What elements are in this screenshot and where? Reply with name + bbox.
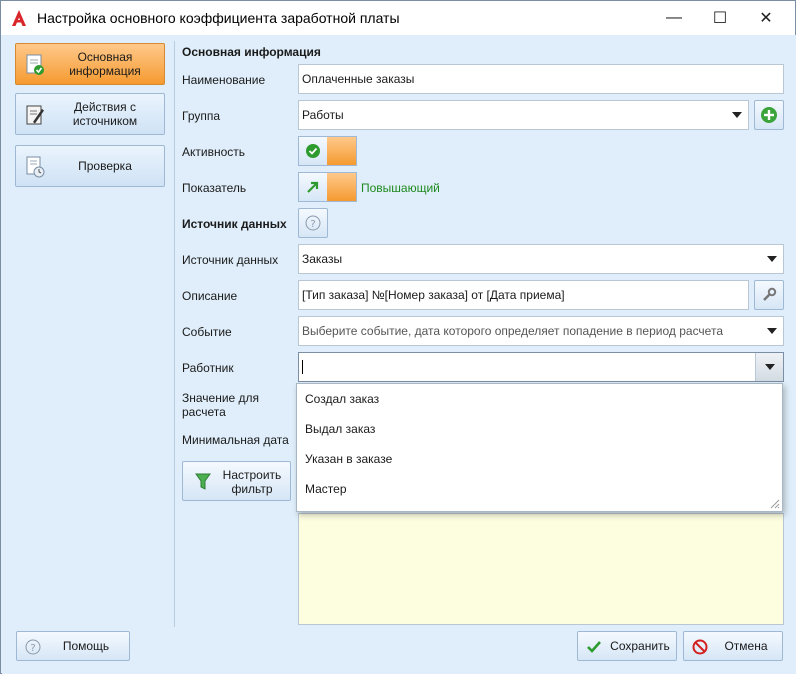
filter-preview-area[interactable] (298, 513, 784, 625)
document-check-icon (26, 54, 44, 75)
text-caret (302, 360, 303, 374)
description-label: Описание (182, 289, 238, 303)
group-label: Группа (182, 109, 221, 123)
toggle-knob[interactable] (327, 137, 356, 165)
name-input-value: Оплаченные заказы (302, 72, 415, 86)
chevron-down-icon (765, 364, 775, 370)
minimize-icon: — (666, 9, 682, 26)
nav-source-actions-label: Действия с источником (72, 100, 138, 128)
description-settings-button[interactable] (754, 280, 784, 310)
indicator-label: Показатель (182, 181, 247, 195)
help-label: Помощь (62, 639, 110, 653)
maximize-icon: ☐ (712, 10, 728, 27)
min-date-label: Минимальная дата (182, 433, 289, 447)
name-label: Наименование (182, 73, 266, 87)
maximize-button[interactable]: ☐ (697, 1, 743, 35)
name-input[interactable]: Оплаченные заказы (298, 64, 784, 94)
save-button[interactable]: Сохранить (577, 631, 677, 661)
minimize-button[interactable]: — (651, 1, 697, 35)
dropdown-option[interactable]: Мастер (305, 482, 347, 496)
wrench-icon (763, 287, 777, 301)
svg-text:?: ? (310, 219, 315, 230)
dialog-body: Основная информация Действия с источнико… (2, 35, 796, 674)
worker-label: Работник (182, 361, 234, 375)
arrow-up-right-icon (307, 181, 319, 193)
check-circle-icon (306, 144, 320, 158)
event-label: Событие (182, 325, 232, 339)
description-input[interactable]: [Тип заказа] №[Номер заказа] от [Дата пр… (298, 280, 749, 310)
close-icon: ✕ (759, 10, 773, 27)
cancel-button[interactable]: Отмена (683, 631, 783, 661)
section-title-data-source: Источник данных (182, 217, 287, 231)
app-logo-icon (9, 8, 29, 28)
plus-circle-icon (761, 107, 777, 123)
nav-main-info[interactable]: Основная информация (15, 43, 165, 85)
chevron-down-icon[interactable] (767, 328, 777, 334)
dropdown-option[interactable]: Указан в заказе (305, 452, 392, 466)
question-icon: ? (25, 639, 41, 655)
configure-filter-button[interactable]: Настроить фильтр (182, 461, 291, 501)
event-select[interactable]: Выберите событие, дата которого определя… (298, 316, 784, 346)
nav-main-info-label: Основная информация (69, 50, 141, 78)
svg-text:?: ? (30, 643, 35, 654)
main-panel: Основная информация Наименование Оплачен… (174, 41, 795, 627)
worker-select[interactable] (298, 352, 784, 382)
section-title-main-info: Основная информация (182, 45, 321, 59)
cancel-label: Отмена (724, 639, 768, 653)
indicator-value: Повышающий (361, 181, 440, 195)
data-source-help-button[interactable]: ? (298, 208, 328, 238)
nav-source-actions[interactable]: Действия с источником (15, 93, 165, 135)
check-icon (587, 641, 601, 653)
add-group-button[interactable] (754, 100, 784, 130)
dropdown-option[interactable]: Выдал заказ (305, 422, 375, 436)
worker-dropdown-list: Создал заказ Выдал заказ Указан в заказе… (296, 383, 783, 512)
chevron-down-icon[interactable] (767, 256, 777, 262)
data-source-value: Заказы (302, 252, 343, 266)
title-bar[interactable]: Настройка основного коэффициента заработ… (1, 1, 795, 35)
close-button[interactable]: ✕ (743, 1, 789, 35)
nav-check-label: Проверка (78, 159, 132, 173)
filter-icon (195, 473, 211, 490)
window-title: Настройка основного коэффициента заработ… (37, 10, 400, 26)
nav-check[interactable]: Проверка (15, 145, 165, 187)
indicator-toggle[interactable] (298, 172, 357, 202)
save-label: Сохранить (610, 639, 670, 653)
chevron-down-icon[interactable] (732, 112, 742, 118)
configure-filter-label: Настроить фильтр (222, 468, 282, 496)
resize-grip-icon[interactable] (768, 497, 780, 509)
group-select-value: Работы (302, 108, 344, 122)
data-source-label: Источник данных (182, 253, 279, 267)
event-placeholder: Выберите событие, дата которого определя… (302, 324, 723, 338)
dropdown-option[interactable]: Создал заказ (305, 392, 379, 406)
active-label: Активность (182, 145, 246, 159)
toggle-knob[interactable] (327, 173, 356, 201)
cancel-icon (692, 639, 708, 655)
document-clock-icon (26, 156, 45, 178)
dialog-window: Настройка основного коэффициента заработ… (0, 0, 796, 674)
active-toggle[interactable] (298, 136, 357, 166)
calc-value-label: Значение для расчета (182, 391, 260, 419)
question-icon: ? (305, 215, 321, 231)
description-value: [Тип заказа] №[Номер заказа] от [Дата пр… (302, 288, 565, 302)
help-button[interactable]: ? Помощь (16, 631, 130, 661)
worker-dropdown-toggle[interactable] (755, 353, 783, 381)
group-select[interactable]: Работы (298, 100, 749, 130)
clipboard-pen-icon (26, 105, 44, 125)
data-source-select[interactable]: Заказы (298, 244, 784, 274)
